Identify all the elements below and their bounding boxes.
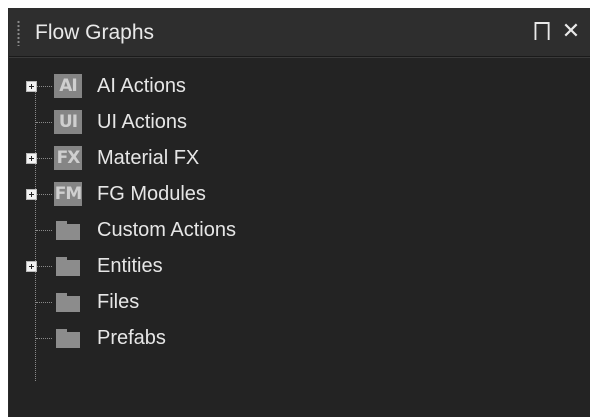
tree-item-ai-actions[interactable]: AI AI Actions xyxy=(9,70,590,102)
tree-item-label: Material FX xyxy=(97,147,200,169)
tree-item-label: Files xyxy=(97,291,140,313)
drag-grip-icon[interactable] xyxy=(17,20,20,46)
tree-item-entities[interactable]: Entities xyxy=(9,250,590,282)
pin-icon[interactable]: ⨅ xyxy=(531,18,553,44)
folder-icon xyxy=(54,254,82,278)
tree-item-material-fx[interactable]: FX Material FX xyxy=(9,142,590,174)
tree-connector xyxy=(36,122,52,123)
expand-plus-icon[interactable] xyxy=(26,189,37,200)
ai-icon: AI xyxy=(54,74,82,98)
folder-icon xyxy=(54,326,82,350)
tree-item-files[interactable]: Files xyxy=(9,286,590,318)
tree-connector xyxy=(36,158,52,159)
tree-connector xyxy=(36,302,52,303)
expand-plus-icon[interactable] xyxy=(26,261,37,272)
tree-connector xyxy=(36,266,52,267)
tree-connector xyxy=(36,230,52,231)
flow-graphs-panel: Flow Graphs ⨅ ✕ AI AI Actions UI UI Acti… xyxy=(8,8,590,417)
tree-item-prefabs[interactable]: Prefabs xyxy=(9,322,590,354)
expand-plus-icon[interactable] xyxy=(26,153,37,164)
tree-connector xyxy=(36,338,52,339)
tree-item-label: Custom Actions xyxy=(97,219,236,241)
tree-item-ui-actions[interactable]: UI UI Actions xyxy=(9,106,590,138)
tree-item-label: UI Actions xyxy=(97,111,188,133)
expand-plus-icon[interactable] xyxy=(26,81,37,92)
folder-icon xyxy=(54,218,82,242)
tree-item-fg-modules[interactable]: FM FG Modules xyxy=(9,178,590,210)
tree-item-custom-actions[interactable]: Custom Actions xyxy=(9,214,590,246)
tree-item-label: Entities xyxy=(97,255,163,277)
tree-item-label: AI Actions xyxy=(97,75,186,97)
flow-graph-tree[interactable]: AI AI Actions UI UI Actions FX Material … xyxy=(9,57,590,417)
tree-connector xyxy=(36,194,52,195)
close-icon[interactable]: ✕ xyxy=(560,18,582,44)
fm-icon: FM xyxy=(54,182,82,206)
tree-connector xyxy=(36,86,52,87)
panel-titlebar[interactable]: Flow Graphs ⨅ ✕ xyxy=(9,8,590,57)
tree-item-label: Prefabs xyxy=(97,327,166,349)
panel-title: Flow Graphs xyxy=(35,21,155,44)
folder-icon xyxy=(54,290,82,314)
ui-icon: UI xyxy=(54,110,82,134)
tree-item-label: FG Modules xyxy=(97,183,206,205)
fx-icon: FX xyxy=(54,146,82,170)
